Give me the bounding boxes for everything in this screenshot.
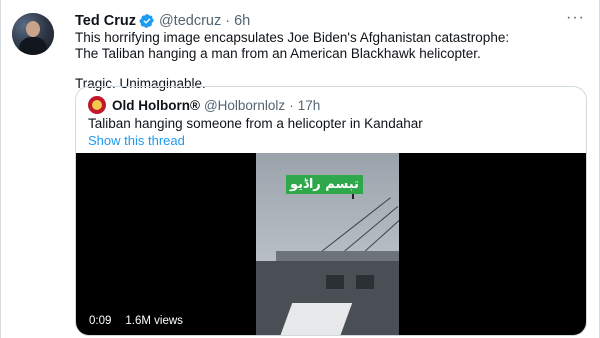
tweet-text-line: This horrifying image encapsulates Joe B… [75, 30, 510, 45]
verified-badge-icon [139, 14, 154, 28]
tweet-time[interactable]: 6h [234, 13, 250, 29]
author-handle[interactable]: @tedcruz [159, 13, 221, 29]
author-avatar[interactable] [12, 13, 54, 55]
tweet[interactable]: Ted Cruz @tedcruz · 6h ··· This horrifyi… [0, 0, 600, 338]
video-views: 1.6M views [120, 313, 188, 329]
show-thread-link[interactable]: Show this thread [88, 133, 185, 148]
video-overlay-text: تبسم راڈیو [286, 175, 363, 194]
tweet-header: Ted Cruz @tedcruz · 6h [75, 11, 250, 31]
author-name[interactable]: Ted Cruz [75, 13, 136, 29]
more-dots-icon[interactable]: ··· [566, 10, 585, 26]
quoted-author-name[interactable]: Old Holborn® [112, 98, 200, 113]
tweet-text-line: The Taliban hanging a man from an Americ… [75, 45, 481, 61]
video-duration: 0:09 [84, 313, 117, 329]
video-meta: 0:09 1.6M views [84, 313, 188, 329]
quoted-author-handle[interactable]: @Holbornlolz [204, 98, 285, 113]
quoted-time[interactable]: 17h [298, 98, 321, 113]
quoted-tweet[interactable]: Old Holborn® @Holbornlolz · 17h Taliban … [75, 86, 587, 336]
separator-dot: · [289, 97, 294, 113]
tweet-text: This horrifying image encapsulates Joe B… [75, 30, 585, 92]
video-player[interactable]: تبسم راڈیو 0:09 1.6M views [76, 153, 586, 335]
video-frame: تبسم راڈیو [256, 153, 399, 335]
quoted-avatar[interactable] [88, 96, 106, 114]
quoted-text: Taliban hanging someone from a helicopte… [88, 116, 423, 131]
quoted-header: Old Holborn® @Holbornlolz · 17h [88, 96, 320, 114]
separator-dot: · [225, 13, 231, 29]
